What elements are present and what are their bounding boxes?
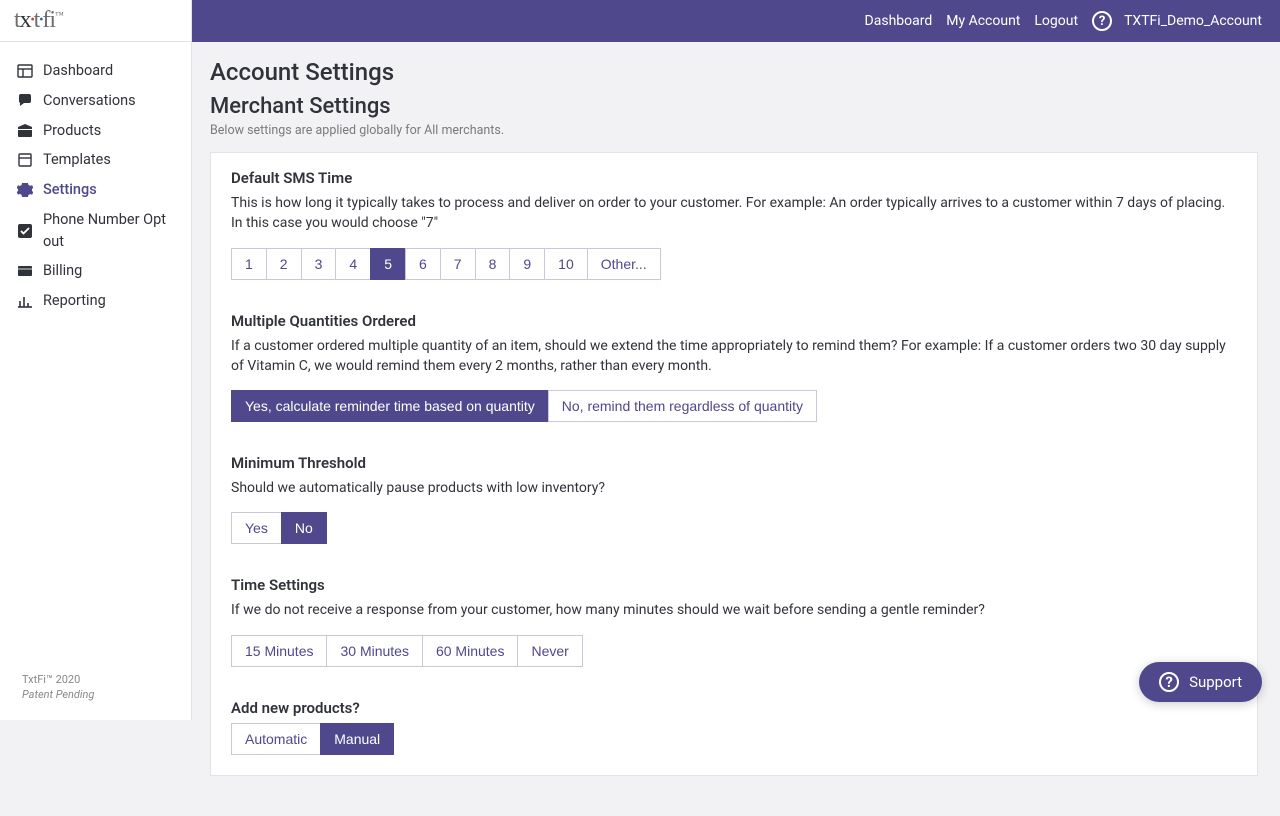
section-multi-qty: Multiple Quantities Ordered If a custome…	[231, 312, 1237, 423]
section-min-threshold: Minimum Threshold Should we automaticall…	[231, 454, 1237, 544]
main: Account Settings Merchant Settings Below…	[192, 0, 1280, 816]
option-button[interactable]: Yes, calculate reminder time based on qu…	[231, 390, 549, 422]
footer-line-1: TxtFi™ 2020	[22, 673, 191, 687]
option-button[interactable]: 8	[475, 248, 511, 280]
template-icon	[17, 152, 33, 168]
section-title: Time Settings	[231, 576, 1237, 594]
chat-icon	[17, 93, 33, 109]
sidebar-item-label: Conversations	[43, 90, 136, 112]
section-title: Default SMS Time	[231, 169, 1237, 187]
sidebar-item-reporting[interactable]: Reporting	[0, 286, 191, 316]
support-button[interactable]: ? Support	[1139, 662, 1262, 702]
help-icon[interactable]: ?	[1092, 11, 1112, 31]
option-button[interactable]: 6	[405, 248, 441, 280]
section-sms-time: Default SMS Time This is how long it typ…	[231, 169, 1237, 280]
sidebar-item-label: Templates	[43, 149, 111, 171]
section-add-products: Add new products? AutomaticManual	[231, 699, 1237, 755]
top-link-my-account[interactable]: My Account	[946, 13, 1020, 29]
sidebar-footer: TxtFi™ 2020 Patent Pending	[0, 673, 191, 720]
option-button[interactable]: No	[281, 512, 327, 544]
option-button[interactable]: 10	[544, 248, 588, 280]
option-button[interactable]: 60 Minutes	[422, 635, 518, 667]
min-thresh-options: YesNo	[231, 512, 1237, 544]
option-button[interactable]: 9	[509, 248, 545, 280]
sidebar-item-dashboard[interactable]: Dashboard	[0, 56, 191, 86]
gear-icon	[17, 182, 33, 198]
page-subtitle: Merchant Settings	[210, 94, 1258, 119]
card-icon	[17, 263, 33, 279]
section-desc: If a customer ordered multiple quantity …	[231, 336, 1237, 377]
support-label: Support	[1189, 673, 1242, 691]
option-button[interactable]: 4	[335, 248, 371, 280]
sidebar-item-label: Reporting	[43, 290, 106, 312]
sidebar-item-label: Settings	[43, 179, 97, 201]
check-icon	[17, 223, 33, 239]
sidebar-item-conversations[interactable]: Conversations	[0, 86, 191, 116]
logo: tx·t·fi™	[0, 0, 191, 42]
section-desc: If we do not receive a response from you…	[231, 600, 1237, 620]
nav: Dashboard Conversations Products Templates S…	[0, 42, 191, 673]
section-desc: This is how long it typically takes to p…	[231, 193, 1237, 234]
multi-qty-options: Yes, calculate reminder time based on qu…	[231, 390, 1237, 422]
sidebar: tx·t·fi™ Dashboard Conversations Products T…	[0, 0, 192, 720]
time-settings-options: 15 Minutes30 Minutes60 MinutesNever	[231, 635, 1237, 667]
option-button[interactable]: Other...	[587, 248, 661, 280]
option-button[interactable]: Never	[517, 635, 582, 667]
sidebar-item-label: Billing	[43, 260, 82, 282]
option-button[interactable]: 5	[370, 248, 406, 280]
sms-time-options: 12345678910Other...	[231, 248, 1237, 280]
option-button[interactable]: Manual	[320, 723, 394, 755]
footer-line-2: Patent Pending	[22, 688, 191, 702]
sidebar-item-templates[interactable]: Templates	[0, 145, 191, 175]
section-time-settings: Time Settings If we do not receive a res…	[231, 576, 1237, 666]
sidebar-item-products[interactable]: Products	[0, 116, 191, 146]
sidebar-item-phone-number-opt-out[interactable]: Phone Number Opt out	[0, 205, 191, 257]
global-note: Below settings are applied globally for …	[210, 123, 1258, 138]
option-button[interactable]: 15 Minutes	[231, 635, 327, 667]
section-title: Multiple Quantities Ordered	[231, 312, 1237, 330]
top-link-dashboard[interactable]: Dashboard	[865, 13, 933, 29]
chart-icon	[17, 293, 33, 309]
option-button[interactable]: 30 Minutes	[326, 635, 422, 667]
option-button[interactable]: 7	[440, 248, 476, 280]
option-button[interactable]: Yes	[231, 512, 282, 544]
dashboard-icon	[17, 63, 33, 79]
option-button[interactable]: No, remind them regardless of quantity	[548, 390, 817, 422]
help-icon: ?	[1159, 672, 1179, 692]
sidebar-item-settings[interactable]: Settings	[0, 175, 191, 205]
option-button[interactable]: 1	[231, 248, 267, 280]
topbar: Dashboard My Account Logout ? TXTFi_Demo…	[0, 0, 1280, 42]
option-button[interactable]: Automatic	[231, 723, 321, 755]
sidebar-item-label: Products	[43, 120, 101, 142]
current-user: TXTFi_Demo_Account	[1124, 13, 1262, 29]
box-icon	[17, 122, 33, 138]
add-products-options: AutomaticManual	[231, 723, 1237, 755]
settings-panel: Default SMS Time This is how long it typ…	[210, 152, 1258, 776]
section-desc: Should we automatically pause products w…	[231, 478, 1237, 498]
option-button[interactable]: 3	[301, 248, 337, 280]
sidebar-item-label: Dashboard	[43, 60, 113, 82]
page-title: Account Settings	[210, 58, 1258, 86]
section-title: Minimum Threshold	[231, 454, 1237, 472]
option-button[interactable]: 2	[266, 248, 302, 280]
sidebar-item-label: Phone Number Opt out	[43, 209, 181, 253]
sidebar-item-billing[interactable]: Billing	[0, 256, 191, 286]
top-link-logout[interactable]: Logout	[1034, 13, 1078, 29]
section-title: Add new products?	[231, 699, 1237, 717]
